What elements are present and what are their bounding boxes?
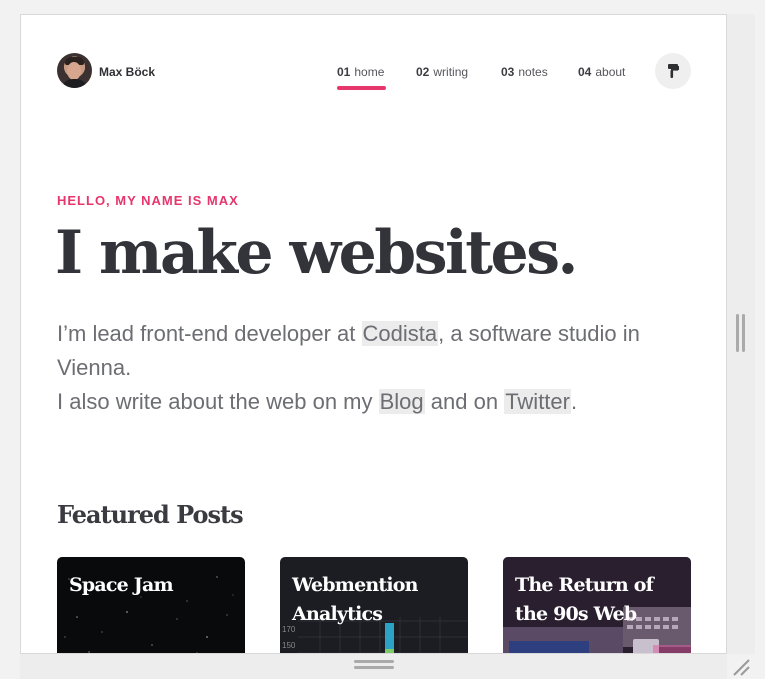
intro-text: . <box>570 389 578 414</box>
nav-item-number: 03 <box>501 65 515 79</box>
hero-intro: I’m lead front-end developer at Codista,… <box>57 317 697 419</box>
nav-item-label: home <box>354 65 385 79</box>
paint-roller-icon <box>668 64 679 78</box>
nav-item-notes[interactable]: 03 notes <box>501 65 548 79</box>
site-name-link[interactable]: Max Böck <box>99 65 155 79</box>
nav-item-label: about <box>595 65 626 79</box>
nav-item-writing[interactable]: 02 writing <box>416 65 468 79</box>
page-viewport: Max Böck 01 home 02 writing 03 notes 04 abou… <box>20 14 727 654</box>
blog-link[interactable]: Blog <box>378 389 425 414</box>
nav-item-label: notes <box>518 65 548 79</box>
featured-post-title: Webmention Analytics <box>292 574 418 625</box>
horizontal-resize-grip[interactable] <box>354 660 394 669</box>
intro-text: and on <box>424 389 505 414</box>
intro-text: I also write about the web on my <box>57 389 379 414</box>
intro-text: I’m lead front-end developer at <box>57 321 362 346</box>
nav-item-about[interactable]: 04 about <box>578 65 625 79</box>
site-header: Max Böck 01 home 02 writing 03 notes 04 abou… <box>21 15 726 125</box>
hero-headline: I make websites. <box>55 218 578 288</box>
active-nav-indicator <box>337 86 386 90</box>
featured-post-title: The Return of the 90s Web <box>515 574 654 625</box>
corner-resize-icon[interactable] <box>730 656 752 678</box>
nav-item-label: writing <box>433 65 469 79</box>
nav-item-home[interactable]: 01 home <box>337 65 384 79</box>
vertical-resize-grip[interactable] <box>736 314 745 352</box>
twitter-link[interactable]: Twitter <box>504 389 571 414</box>
featured-post-card-space-jam[interactable]: Space Jam <box>57 557 245 653</box>
featured-posts-heading: Featured Posts <box>57 500 244 529</box>
chart-axis-tick: 150 <box>282 641 296 650</box>
theme-switch-button[interactable] <box>655 53 691 89</box>
nav-item-number: 01 <box>337 65 351 79</box>
codista-link[interactable]: Codista <box>361 321 439 346</box>
featured-post-card-webmention-analytics[interactable]: 170 150 Webmention Analytics <box>280 557 468 653</box>
hero-eyebrow: HELLO, MY NAME IS MAX <box>57 193 239 208</box>
featured-post-title: Space Jam <box>69 574 174 596</box>
featured-post-card-90s-web[interactable]: The Return of the 90s Web <box>503 557 691 653</box>
avatar[interactable] <box>57 53 92 88</box>
nav-item-number: 02 <box>416 65 430 79</box>
nav-item-number: 04 <box>578 65 592 79</box>
